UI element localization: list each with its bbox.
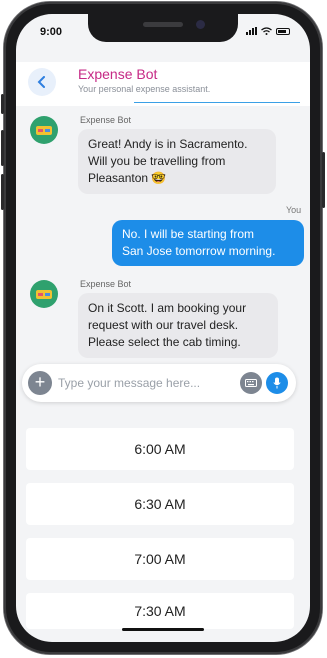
message-sender: Expense Bot — [80, 115, 132, 125]
message-line: Pleasanton 🤓 — [88, 171, 167, 185]
user-message: No. I will be starting from San Jose tom… — [112, 220, 304, 266]
message-line: No. I will be starting from — [122, 227, 255, 241]
message-sender: Expense Bot — [80, 279, 132, 289]
notch — [88, 14, 238, 42]
keyboard-icon — [245, 379, 257, 387]
keyboard-button[interactable] — [240, 372, 262, 394]
side-button-power — [322, 152, 325, 208]
microphone-icon — [273, 377, 281, 389]
chat-header: Expense Bot Your personal expense assist… — [16, 62, 310, 106]
message-sender: You — [286, 205, 302, 215]
bot-avatar — [30, 116, 58, 144]
home-indicator[interactable] — [122, 628, 204, 631]
time-slot-option[interactable]: 7:00 AM — [26, 538, 294, 580]
side-button-volume-up — [1, 130, 4, 166]
chevron-left-icon — [37, 76, 45, 88]
camera — [196, 20, 205, 29]
message-line: request with our travel desk. — [88, 318, 239, 332]
signal-icon — [246, 27, 257, 35]
battery-icon — [276, 27, 290, 35]
time-slot-option[interactable]: 6:00 AM — [26, 428, 294, 470]
header-divider — [134, 102, 300, 103]
side-button-volume-down — [1, 174, 4, 210]
back-button[interactable] — [28, 68, 56, 96]
status-time: 9:00 — [40, 26, 63, 38]
time-slot-option[interactable]: 7:30 AM — [26, 593, 294, 629]
message-line: San Jose tomorrow morning. — [122, 244, 276, 258]
message-composer: + — [22, 364, 296, 402]
time-slot-option[interactable]: 6:30 AM — [26, 483, 294, 525]
message-line: Will you be travelling from — [88, 154, 226, 168]
voice-input-button[interactable] — [266, 372, 288, 394]
message-line: Please select the cab timing. — [88, 335, 241, 349]
side-button-silent — [1, 94, 4, 114]
status-icons — [246, 27, 290, 35]
plus-icon: + — [34, 372, 46, 392]
wifi-icon — [261, 27, 272, 35]
chat-subtitle: Your personal expense assistant. — [78, 84, 211, 94]
bot-message: On it Scott. I am booking your request w… — [78, 293, 278, 358]
chat-title: Expense Bot — [78, 66, 158, 82]
bot-avatar — [30, 280, 58, 308]
message-input[interactable] — [58, 372, 228, 394]
add-attachment-button[interactable]: + — [28, 371, 52, 395]
message-line: On it Scott. I am booking your — [88, 301, 247, 315]
bot-message: Great! Andy is in Sacramento. Will you b… — [78, 129, 276, 194]
message-line: Great! Andy is in Sacramento. — [88, 137, 248, 151]
speaker — [143, 22, 183, 27]
